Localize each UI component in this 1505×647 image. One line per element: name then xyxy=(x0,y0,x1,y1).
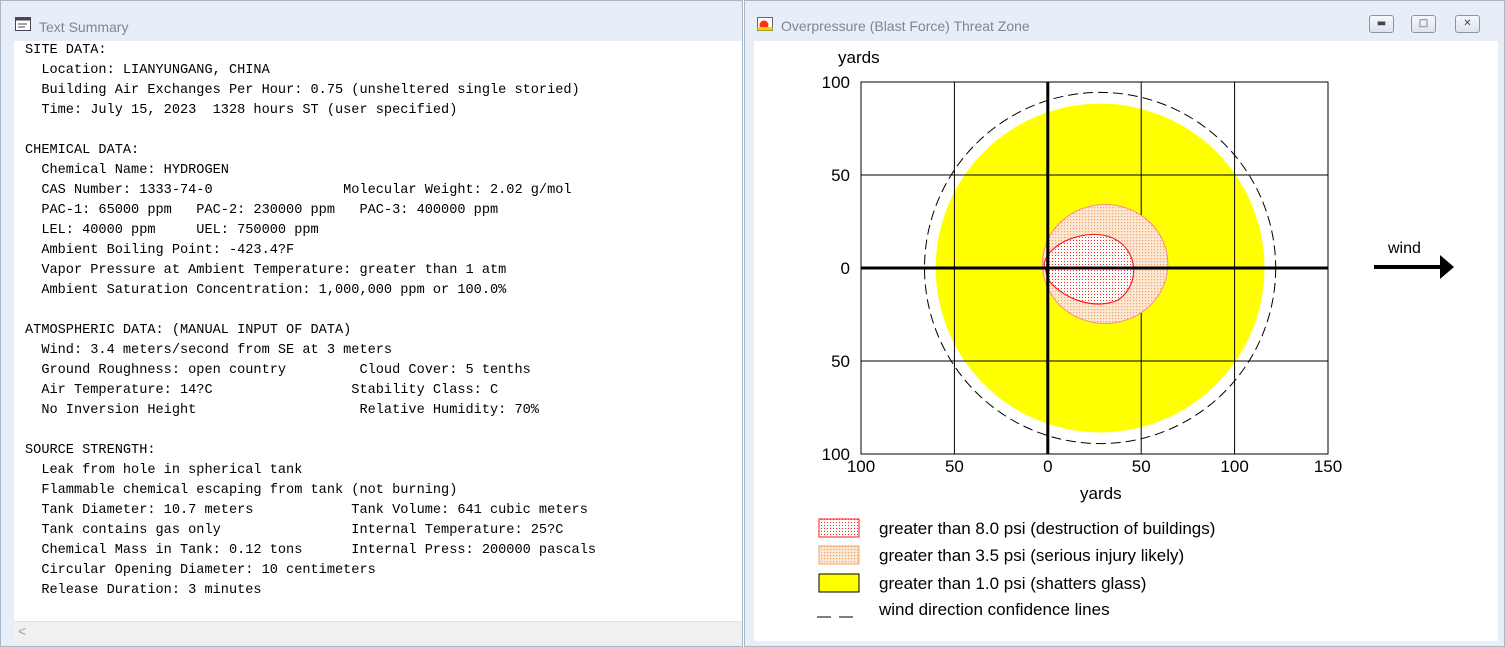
summary-line: Leak from hole in spherical tank xyxy=(25,463,303,478)
summary-line: SITE DATA: xyxy=(25,43,107,58)
summary-line: ATMOSPHERIC DATA: (MANUAL INPUT OF DATA) xyxy=(25,323,352,338)
x-tick-label: 100 xyxy=(1220,457,1248,476)
summary-line: Circular Opening Diameter: 10 centimeter… xyxy=(25,563,376,578)
summary-line: No Inversion Height Relative Humidity: 7… xyxy=(25,403,539,418)
x-tick-label: 150 xyxy=(1314,457,1342,476)
summary-line: Ambient Saturation Concentration: 1,000,… xyxy=(25,283,507,298)
summary-line: LEL: 40000 ppm UEL: 750000 ppm xyxy=(25,223,319,238)
summary-line: Air Temperature: 14?C Stability Class: C xyxy=(25,383,499,398)
wind-label: wind xyxy=(1387,240,1421,257)
text-summary-titlebar[interactable]: Text Summary xyxy=(1,1,742,39)
summary-line: Tank contains gas only Internal Temperat… xyxy=(25,523,564,538)
summary-line: Time: July 15, 2023 1328 hours ST (user … xyxy=(25,103,458,118)
summary-line: CHEMICAL DATA: xyxy=(25,143,140,158)
y-axis-label: yards xyxy=(838,48,880,67)
summary-line: Chemical Mass in Tank: 0.12 tons Interna… xyxy=(25,543,597,558)
summary-line: Building Air Exchanges Per Hour: 0.75 (u… xyxy=(25,83,580,98)
summary-line xyxy=(25,121,596,141)
threat-zone-plot-area: 100 50 0 50 100 150 100 50 0 50 100 yards yards wind g… xyxy=(754,41,1498,641)
x-tick-label: 50 xyxy=(1132,457,1151,476)
minimize-button[interactable]: ▬ xyxy=(1369,15,1394,33)
threat-zone-app-icon xyxy=(757,17,773,31)
summary-line xyxy=(25,421,596,441)
maximize-button[interactable]: □ xyxy=(1411,15,1436,33)
horizontal-scrollbar[interactable]: < xyxy=(14,621,742,644)
summary-line: PAC-1: 65000 ppm PAC-2: 230000 ppm PAC-3… xyxy=(25,203,499,218)
legend-label: greater than 8.0 psi (destruction of bui… xyxy=(879,519,1215,538)
summary-line: Chemical Name: HYDROGEN xyxy=(25,163,229,178)
y-tick-label: 50 xyxy=(831,352,850,371)
summary-line: Tank Diameter: 10.7 meters Tank Volume: … xyxy=(25,503,588,518)
text-window-icon xyxy=(15,17,31,31)
y-tick-label: 50 xyxy=(831,166,850,185)
y-tick-label: 0 xyxy=(841,259,850,278)
legend-label: wind direction confidence lines xyxy=(878,600,1110,619)
summary-line: Flammable chemical escaping from tank (n… xyxy=(25,483,458,498)
text-summary-window: Text Summary SITE DATA: Location: LIANYU… xyxy=(0,0,743,647)
threat-zone-window: Overpressure (Blast Force) Threat Zone ▬… xyxy=(744,0,1505,647)
x-tick-label: 100 xyxy=(847,457,875,476)
close-button[interactable]: ✕ xyxy=(1455,15,1480,33)
x-tick-label: 0 xyxy=(1043,457,1052,476)
text-summary-content[interactable]: SITE DATA: Location: LIANYUNGANG, CHINA … xyxy=(14,41,742,621)
summary-text: SITE DATA: Location: LIANYUNGANG, CHINA … xyxy=(25,41,596,601)
summary-line: Ambient Boiling Point: -423.4?F xyxy=(25,243,295,258)
summary-line xyxy=(25,301,596,321)
legend-swatch-3-5psi xyxy=(818,545,860,565)
maximize-icon: □ xyxy=(1418,18,1429,29)
legend-label: greater than 1.0 psi (shatters glass) xyxy=(879,574,1146,593)
summary-line: Location: LIANYUNGANG, CHINA xyxy=(25,63,270,78)
legend-swatch-8psi xyxy=(818,518,860,538)
legend-label: greater than 3.5 psi (serious injury lik… xyxy=(879,546,1184,565)
summary-line: CAS Number: 1333-74-0 Molecular Weight: … xyxy=(25,183,572,198)
x-axis-label: yards xyxy=(1080,484,1122,503)
text-summary-title: Text Summary xyxy=(39,19,129,35)
y-tick-label: 100 xyxy=(822,73,850,92)
scroll-left-arrow[interactable]: < xyxy=(18,623,26,639)
y-tick-label: 100 xyxy=(822,445,850,464)
close-icon: ✕ xyxy=(1463,18,1472,29)
x-tick-label: 50 xyxy=(945,457,964,476)
summary-line: Release Duration: 3 minutes xyxy=(25,583,262,598)
summary-line: Wind: 3.4 meters/second from SE at 3 met… xyxy=(25,343,393,358)
legend-swatch-1psi xyxy=(818,573,860,593)
summary-line: Vapor Pressure at Ambient Temperature: g… xyxy=(25,263,507,278)
summary-line: Ground Roughness: open country Cloud Cov… xyxy=(25,363,531,378)
threat-zone-chart: 100 50 0 50 100 150 100 50 0 50 100 yards yards wind g… xyxy=(817,48,1454,619)
summary-line: SOURCE STRENGTH: xyxy=(25,443,156,458)
threat-zone-title: Overpressure (Blast Force) Threat Zone xyxy=(781,18,1030,34)
wind-arrow-head xyxy=(1440,255,1454,279)
minimize-icon: ▬ xyxy=(1376,18,1387,29)
